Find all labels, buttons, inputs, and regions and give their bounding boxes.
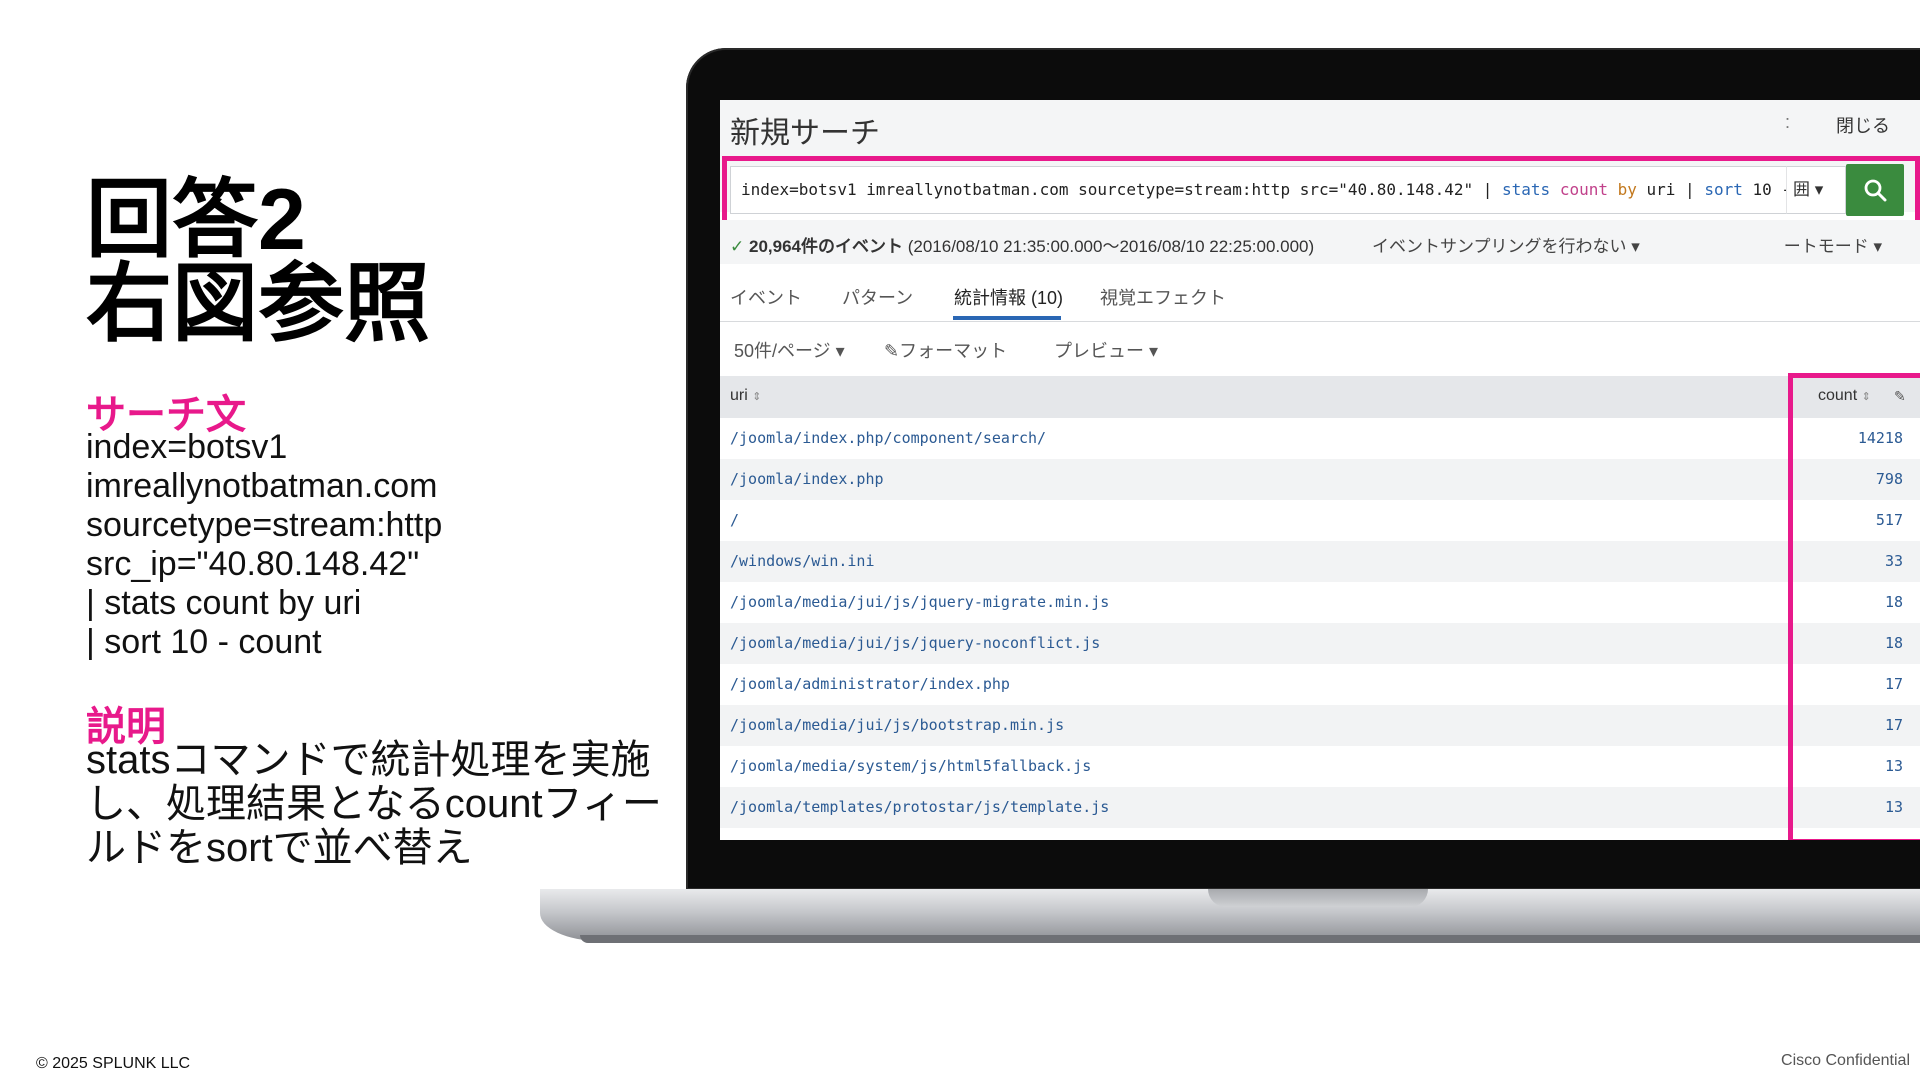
uri-cell[interactable]: /joomla/index.php/component/search/ [730, 429, 1046, 447]
uri-cell[interactable]: / [730, 511, 739, 529]
table-row: /joomla/index.php/component/search/14218 [720, 418, 1920, 459]
sampling-dropdown[interactable]: イベントサンプリングを行わない ▾ [1372, 232, 1640, 257]
page-title: 新規サーチ [730, 117, 880, 150]
confidential-label: Cisco Confidential [1781, 1052, 1910, 1069]
search-line-3: sourcetype=stream:http [86, 506, 443, 544]
uri-cell[interactable]: /joomla/media/jui/js/jquery-noconflict.j… [730, 634, 1100, 652]
check-icon: ✓ [730, 237, 745, 256]
tab-visualization[interactable]: 視覚エフェクト [1100, 284, 1226, 310]
format-button[interactable]: ✎フォーマット [884, 337, 1007, 363]
uri-cell[interactable]: /joomla/administrator/index.php [730, 675, 1010, 693]
tab-patterns[interactable]: パターン [842, 284, 913, 310]
tab-statistics[interactable]: 統計情報 (10) [954, 284, 1063, 310]
copyright: © 2025 SPLUNK LLC [36, 1055, 191, 1072]
table-row: /517 [720, 500, 1920, 541]
search-mode-dropdown[interactable]: ートモード ▾ [1784, 232, 1882, 257]
count-column-highlight [1788, 373, 1920, 840]
table-row: /joomla/media/jui/js/bootstrap.min.js 17 [720, 705, 1920, 746]
uri-cell[interactable]: /windows/win.ini [730, 552, 875, 570]
table-row: /joomla/index.php 798 [720, 459, 1920, 500]
slide-title-line1: 回答2 [86, 172, 306, 268]
sort-icon: ⇕ [752, 391, 762, 403]
event-count: ✓ 20,964件のイベント (2016/08/10 21:35:00.000〜… [730, 237, 1315, 256]
slide-title-line2: 右図参照 [86, 256, 430, 352]
table-row: /joomla/media/jui/js/jquery-migrate.min.… [720, 582, 1920, 623]
search-line-4: src_ip="40.80.148.42" [86, 545, 420, 583]
table-row: /joomla/templates/protostar/js/template.… [720, 787, 1920, 828]
laptop-notch [1208, 889, 1428, 907]
search-line-6: | sort 10 - count [86, 623, 322, 661]
slide-title: 回答2 右図参照 [86, 172, 430, 352]
active-tab-indicator [953, 316, 1061, 320]
column-header-uri[interactable]: uri ⇕ [730, 387, 761, 405]
table-row: /joomla/media/system/js/html5fallback.js… [720, 746, 1920, 787]
search-line-2: imreallynotbatman.com [86, 467, 438, 505]
search-line-1: index=botsv1 [86, 428, 288, 466]
table-header [720, 376, 1920, 418]
preview-dropdown[interactable]: プレビュー ▾ [1054, 337, 1158, 363]
tab-events[interactable]: イベント [730, 284, 802, 310]
table-row: /windows/win.ini 33 [720, 541, 1920, 582]
uri-cell[interactable]: /joomla/media/jui/js/bootstrap.min.js [730, 716, 1064, 734]
pencil-icon: ✎ [884, 341, 900, 361]
uri-cell[interactable]: /joomla/media/jui/js/jquery-migrate.min.… [730, 593, 1109, 611]
laptop-base-shadow [580, 935, 1920, 943]
uri-cell[interactable]: /joomla/templates/protostar/js/template.… [730, 798, 1109, 816]
table-row: /joomla/administrator/index.php 17 [720, 664, 1920, 705]
explain-text: statsコマンドで統計処理を実施し、処理結果となるcountフィールドをsor… [86, 738, 662, 870]
search-highlight [722, 156, 1920, 226]
uri-cell[interactable]: /joomla/media/system/js/html5fallback.js [730, 757, 1091, 775]
per-page-dropdown[interactable]: 50件/ページ ▾ [734, 337, 845, 363]
table-row: /joomla/media/jui/js/jquery-noconflict.j… [720, 623, 1920, 664]
more-menu[interactable]: : [1785, 112, 1790, 133]
splunk-screen: 新規サーチ : 閉じる index=botsv1 imreallynotbatm… [720, 100, 1920, 840]
search-header [720, 100, 1920, 150]
close-button[interactable]: 閉じる [1836, 112, 1890, 138]
search-line-5: | stats count by uri [86, 584, 362, 622]
uri-cell[interactable]: /joomla/index.php [730, 470, 884, 488]
